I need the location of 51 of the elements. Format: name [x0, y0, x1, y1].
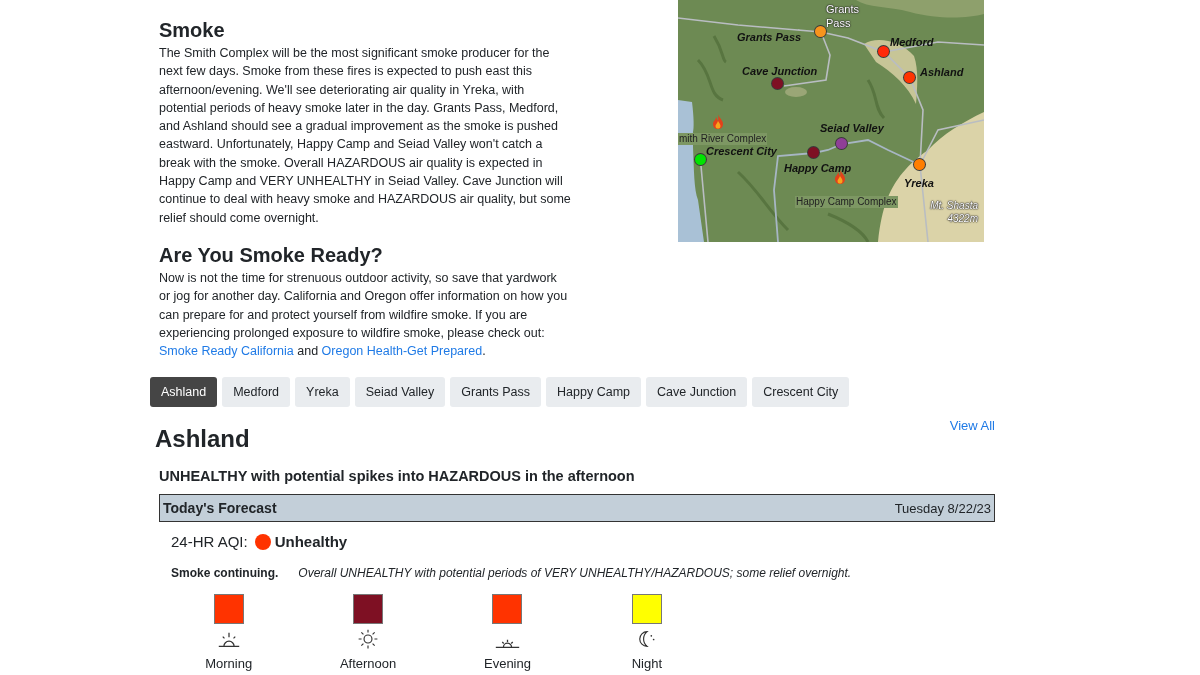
sun-icon — [358, 629, 379, 650]
marker-icon[interactable] — [914, 159, 925, 170]
location-tab[interactable]: Seiad Valley — [354, 377, 446, 408]
location-title: Ashland — [155, 425, 250, 454]
location-tab[interactable]: Yreka — [295, 377, 350, 408]
city-label: Seiad Valley — [820, 121, 884, 135]
moon-icon — [638, 631, 655, 648]
city-label: Grants Pass — [737, 30, 802, 44]
forecast-title: Today's Forecast — [163, 500, 277, 517]
location-tab[interactable]: Ashland — [150, 377, 218, 408]
place-label: Mt. Shasta 4322m — [929, 199, 978, 225]
marker-icon[interactable] — [808, 147, 819, 158]
marker-icon[interactable] — [695, 154, 706, 165]
city-label: Happy Camp — [784, 161, 852, 175]
city-label: Ashland — [920, 65, 964, 79]
paragraph: The Smith Complex will be the most significant smoke producer for the next few days. Smoke from these fires is expected to push east this afternoon/evening. We'll see deteriorating air quality in Yreka, with potential periods of heavy smoke later in the day. Grants Pass, Medford, and Ashland should see a gradual improvement as the smoke is pushed eastward. Unfortunately, Happy Camp and Seiad Valley won't catch a break with the smoke. Overall HAZARDOUS air quality is expected in Happy Camp and VERY UNHEALTHY in Seiad Valley. Cave Junction will continue to deal with heavy smoke and HAZARDOUS air quality, but some relief should come overnight. — [159, 45, 571, 227]
location-tab[interactable]: Cave Junction — [646, 377, 748, 408]
section-heading: Smoke — [159, 18, 226, 42]
view-all-link[interactable]: View All — [949, 417, 995, 436]
summary-text: UNHEALTHY with potential spikes into HAZARDOUS in the afternoon — [158, 467, 636, 487]
forecast-date: Tuesday 8/22/23 — [894, 500, 991, 516]
location-tab[interactable]: Grants Pass — [450, 377, 542, 408]
period-label: Night — [631, 656, 663, 673]
location-tab[interactable]: Crescent City — [752, 377, 850, 408]
period-label: Afternoon — [339, 656, 397, 673]
city-label: Cave Junction — [742, 64, 818, 78]
marker-icon[interactable] — [904, 72, 915, 83]
section-heading: Are You Smoke Ready? — [159, 242, 384, 267]
fire-label: mith River Complex — [678, 133, 768, 145]
aqi-label: 24-HR AQI: — [171, 532, 248, 553]
fire-label: Happy Camp Complex — [795, 196, 898, 208]
period-label: Evening — [484, 656, 531, 673]
sunrise-icon — [217, 631, 240, 647]
city-label: Yreka — [904, 176, 934, 190]
sunset-icon — [494, 638, 520, 648]
marker-icon[interactable] — [772, 78, 783, 89]
flame-icon — [713, 114, 723, 129]
place-label: Grants Pass — [826, 2, 860, 30]
note-title: Smoke continuing. — [171, 565, 279, 582]
period-label: Morning — [205, 656, 253, 673]
location-tab[interactable]: Medford — [222, 377, 291, 408]
marker-icon[interactable] — [836, 138, 847, 149]
marker-icon[interactable] — [815, 26, 826, 37]
paragraph: Now is not the time for strenuous outdoor activity, so save that yardwork or jog for another day. California and Oregon offer information on how you can prepare for and protect yourself from wildfire smoke. If you are experiencing prolonged exposure to wildfire smoke, please check out: Smoke Ready California and Oregon Health-Get Prepared. — [159, 269, 569, 361]
marker-icon[interactable] — [878, 46, 889, 57]
link[interactable]: Smoke Ready California — [159, 344, 294, 359]
city-label: Medford — [890, 35, 934, 49]
location-tab[interactable]: Happy Camp — [546, 377, 641, 408]
aqi-category: Unhealthy — [274, 532, 348, 553]
city-label: Crescent City — [706, 144, 777, 158]
note-text: Overall UNHEALTHY with potential periods of VERY UNHEALTHY/HAZARDOUS; some relief overnight. — [298, 565, 852, 582]
